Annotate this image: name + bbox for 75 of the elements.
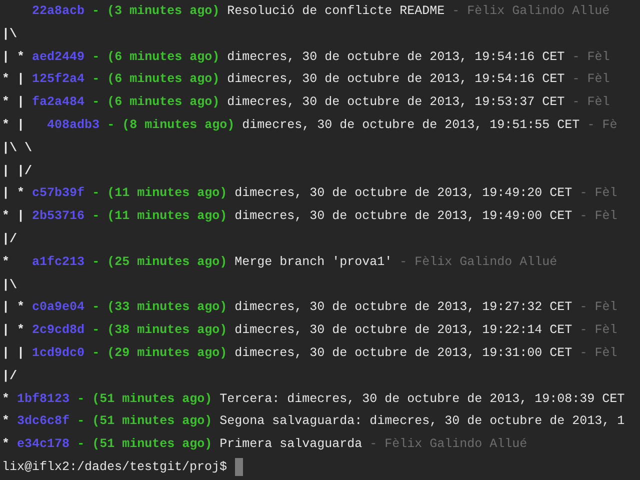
- commit-message: dimecres, 30 de octubre de 2013, 19:51:55 CET: [242, 116, 580, 134]
- graph-lines: |/: [2, 230, 18, 248]
- commit-message: dimecres, 30 de octubre de 2013, 19:54:16 CET: [227, 48, 565, 66]
- commit-author: - Fèl: [580, 322, 618, 340]
- commit-author: - Fèlix Galindo Allué: [400, 254, 558, 271]
- commit-message: Tercera: dimecres, 30 de octubre de 2013, 19:08:39 CET: [220, 390, 625, 408]
- commit-message: dimecres, 30 de octubre de 2013, 19:22:14 CET: [234, 322, 572, 340]
- relative-time: - (29 minutes ago): [92, 344, 228, 362]
- graph-lines: | *: [2, 322, 25, 340]
- commit-hash: 2b53716: [32, 208, 85, 226]
- commit-message: Resolució de conflicte README: [227, 3, 445, 20]
- relative-time: - (33 minutes ago): [92, 299, 228, 316]
- commit-author: - Fèlix Galindo Allué: [370, 436, 528, 454]
- relative-time: - (8 minutes ago): [107, 116, 235, 134]
- graph-lines: * |: [2, 71, 25, 88]
- commit-message: dimecres, 30 de octubre de 2013, 19:54:16 CET: [227, 71, 565, 88]
- relative-time: - (51 minutes ago): [77, 436, 212, 454]
- graph-lines: | *: [2, 185, 25, 202]
- relative-time: - (11 minutes ago): [92, 208, 228, 226]
- commit-message: Segona salvaguarda: dimecres, 30 de octubre de 2013, 1: [220, 413, 625, 430]
- commit-message: Primera salvaguarda: [220, 436, 362, 454]
- text-cursor: [234, 458, 243, 476]
- commit-message: dimecres, 30 de octubre de 2013, 19:49:00 CET: [234, 208, 572, 226]
- relative-time: - (6 minutes ago): [92, 94, 220, 112]
- graph-lines: *: [2, 254, 11, 271]
- graph-lines: *: [2, 413, 10, 430]
- graph-lines: *: [2, 390, 10, 408]
- commit-hash: aed2449: [32, 48, 85, 66]
- commit-message: dimecres, 30 de octubre de 2013, 19:49:20 CET: [234, 185, 572, 202]
- graph-lines: |/: [2, 368, 18, 385]
- commit-author: - Fèl: [580, 208, 618, 226]
- commit-hash: a1fc213: [32, 254, 85, 271]
- relative-time: - (6 minutes ago): [92, 48, 220, 66]
- graph-lines: |\: [2, 26, 18, 43]
- commit-hash: c57b39f: [32, 185, 85, 202]
- commit-hash: 3dc6c8f: [17, 413, 70, 430]
- relative-time: - (38 minutes ago): [92, 322, 228, 340]
- graph-lines: |\ \: [2, 140, 32, 157]
- relative-time: - (25 minutes ago): [92, 254, 228, 271]
- commit-message: Merge branch 'prova1': [234, 254, 392, 271]
- commit-message: dimecres, 30 de octubre de 2013, 19:27:32 CET: [234, 299, 572, 316]
- graph-lines: | |/: [2, 162, 32, 180]
- commit-hash: c0a9e04: [32, 299, 85, 316]
- commit-message: dimecres, 30 de octubre de 2013, 19:31:00 CET: [234, 344, 572, 362]
- commit-author: - Fèl: [580, 299, 618, 316]
- commit-hash: 1bf8123: [17, 390, 70, 408]
- commit-author: - Fèl: [572, 71, 610, 88]
- commit-author: - Fèl: [580, 185, 618, 202]
- commit-hash: 1cd9dc0: [32, 344, 85, 362]
- commit-author: - Fèl: [580, 344, 618, 362]
- commit-author: - Fè: [587, 116, 618, 134]
- commit-author: - Fèl: [572, 48, 610, 66]
- commit-author: - Fèlix Galindo Allué: [452, 3, 610, 20]
- commit-hash: 22a8acb: [32, 3, 85, 20]
- commit-hash: 2c9cd8d: [32, 322, 85, 340]
- commit-message: dimecres, 30 de octubre de 2013, 19:53:37 CET: [227, 94, 565, 112]
- graph-lines: *: [2, 436, 10, 454]
- graph-lines: | |: [2, 344, 25, 362]
- relative-time: - (6 minutes ago): [92, 71, 220, 88]
- graph-lines: | *: [2, 299, 25, 316]
- relative-time: - (51 minutes ago): [77, 413, 212, 430]
- commit-hash: fa2a484: [32, 94, 85, 112]
- commit-hash: 408adb3: [47, 116, 100, 134]
- relative-time: - (11 minutes ago): [92, 185, 228, 202]
- relative-time: - (51 minutes ago): [77, 390, 212, 408]
- graph-lines: |\: [2, 276, 18, 294]
- graph-lines: | *: [2, 48, 25, 66]
- graph-lines: * |: [2, 116, 26, 134]
- graph-lines: * |: [2, 208, 25, 226]
- graph-lines: * |: [2, 94, 25, 112]
- commit-hash: e34c178: [17, 436, 70, 454]
- commit-author: - Fèl: [572, 94, 610, 112]
- commit-hash: 125f2a4: [32, 71, 85, 88]
- prompt-text: lix@iflx2:/dades/testgit/proj$: [2, 458, 228, 476]
- relative-time: - (3 minutes ago): [92, 3, 220, 20]
